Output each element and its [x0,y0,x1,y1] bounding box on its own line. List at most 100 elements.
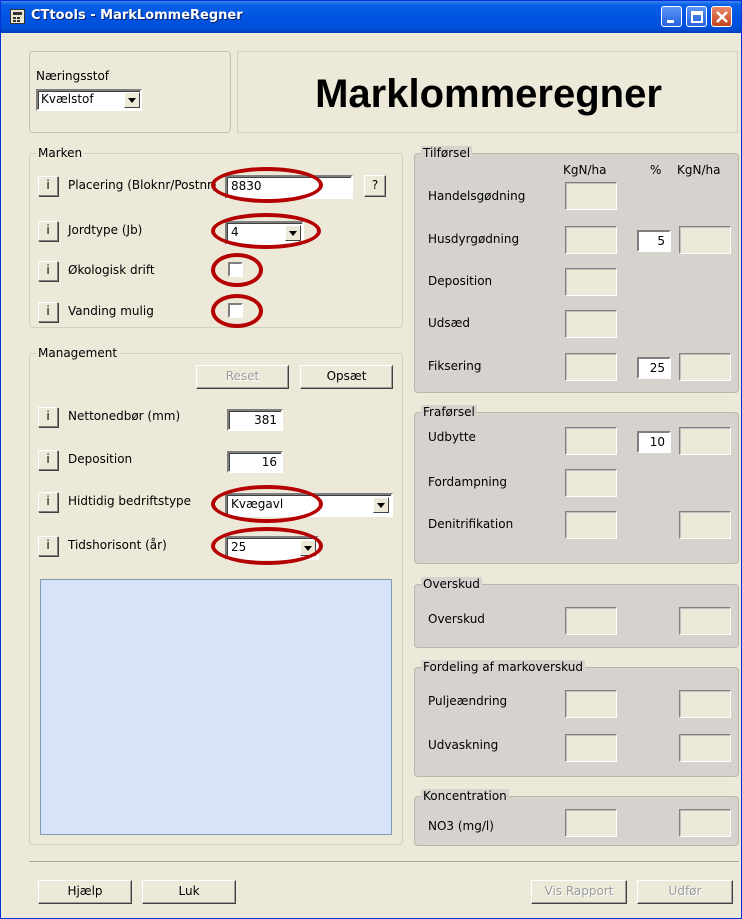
naeringsstof-group: Næringsstof Kvælstof [29,51,231,133]
okologisk-info-button[interactable]: i [38,261,58,281]
jordtype-label: Jordtype (Jb) [68,223,143,237]
fordampning-kgn [565,469,617,497]
bedriftstype-info-button[interactable]: i [38,492,58,512]
udfor-button[interactable]: Udfør [637,880,733,904]
denitrifikation-kgn2 [679,511,731,539]
handelsgodning-label: Handelsgødning [428,189,526,203]
fiksering-kgn [565,353,617,381]
udsaed-label: Udsæd [428,316,471,330]
jordtype-info-button[interactable]: i [38,221,58,241]
fraforsel-group: Fraførsel Udbytte 10 Fordampning Denitri… [414,405,739,564]
husdyrgodning-label: Husdyrgødning [428,232,520,246]
marken-legend: Marken [36,146,85,160]
nettonedbor-input[interactable]: 381 [227,409,283,431]
vis-rapport-button[interactable]: Vis Rapport [531,880,627,904]
denitrifikation-label: Denitrifikation [428,517,514,531]
nettonedbor-label: Nettonedbør (mm) [68,409,181,423]
close-icon [716,11,728,23]
naeringsstof-dropdown-icon[interactable] [124,92,140,108]
management-legend: Management [36,346,120,360]
luk-button[interactable]: Luk [142,880,236,904]
deposition-kgn [565,268,617,296]
calculator-app-icon [10,9,25,24]
husdyrgodning-pct-input[interactable]: 5 [637,230,671,252]
udbytte-kgn [565,427,617,455]
denitrifikation-kgn [565,511,617,539]
app-window: CTtools - MarkLommeRegner Næringsstof Kv… [0,0,742,919]
bedriftstype-label: Hidtidig bedriftstype [68,494,192,508]
koncentration-group: Koncentration NO3 (mg/l) [414,789,739,846]
opsaet-button[interactable]: Opsæt [300,365,393,389]
placering-info-button[interactable]: i [38,176,58,196]
fiksering-pct-input[interactable]: 25 [637,357,671,379]
fordampning-label: Fordampning [428,475,507,489]
window-title: CTtools - MarkLommeRegner [31,8,243,23]
page-title: Marklommeregner [315,72,662,116]
puljeaendring-label: Puljeændring [428,694,508,708]
overskud-kgn2 [679,607,731,635]
udvaskning-label: Udvaskning [428,738,499,752]
highlight-oval-placering [211,167,323,203]
hjaelp-button[interactable]: Hjælp [38,880,132,904]
maximize-button[interactable] [686,6,707,27]
puljeaendring-kgn2 [679,690,731,718]
fraforsel-legend: Fraførsel [421,405,477,419]
placering-label: Placering (Bloknr/Postnr) [68,178,217,192]
bedriftstype-dropdown-icon[interactable] [373,497,389,513]
tidshorisont-info-button[interactable]: i [38,536,58,556]
koncentration-legend: Koncentration [421,789,509,803]
udbytte-label: Udbytte [428,430,476,444]
close-button[interactable] [711,6,732,27]
overskud-legend: Overskud [421,577,482,591]
bottom-divider [29,861,739,862]
vanding-info-button[interactable]: i [38,302,58,322]
highlight-oval-bedriftstype [211,485,323,523]
fiksering-label: Fiksering [428,359,482,373]
highlight-oval-okologisk [211,253,263,287]
overskud-group: Overskud Overskud [414,577,739,648]
reset-button[interactable]: Reset [196,365,289,389]
highlight-oval-jordtype [211,213,321,249]
husdyrgodning-kgn2 [679,226,731,254]
deposition-tilf-label: Deposition [428,274,493,288]
overskud-row-label: Overskud [428,612,485,626]
col-kgn2-header: KgN/ha [677,163,721,177]
udbytte-kgn2 [679,427,731,455]
udvaskning-kgn [565,734,617,762]
vanding-label: Vanding mulig [68,304,154,318]
overskud-kgn [565,607,617,635]
udvaskning-kgn2 [679,734,731,762]
deposition-label: Deposition [68,452,133,466]
udbytte-pct-input[interactable]: 10 [637,431,671,453]
naeringsstof-value: Kvælstof [41,92,94,106]
highlight-oval-tidshorisont [211,527,323,565]
placering-help-button[interactable]: ? [364,175,386,197]
maximize-icon [691,11,703,23]
no3-label: NO3 (mg/l) [428,819,494,833]
deposition-info-button[interactable]: i [38,450,58,470]
fiksering-kgn2 [679,353,731,381]
puljeaendring-kgn [565,690,617,718]
fordeling-legend: Fordeling af markoverskud [421,660,585,674]
udsaed-kgn [565,310,617,338]
okologisk-label: Økologisk drift [68,263,155,277]
handelsgodning-kgn [565,182,617,210]
notes-area[interactable] [40,579,392,835]
fordeling-group: Fordeling af markoverskud Puljeændring U… [414,660,739,777]
col-pct-header: % [650,163,662,177]
tidshorisont-label: Tidshorisont (år) [68,538,167,552]
highlight-oval-vanding [211,294,263,328]
husdyrgodning-kgn [565,226,617,254]
tilforsel-legend: Tilførsel [421,146,473,160]
minimize-icon [667,20,674,23]
tilforsel-group: Tilførsel KgN/ha % KgN/ha Handelsgødning… [414,146,739,393]
title-bar[interactable]: CTtools - MarkLommeRegner [1,1,741,33]
heading-box: Marklommeregner [237,51,738,133]
col-kgn-header: KgN/ha [563,163,607,177]
no3-kgn2 [679,809,731,837]
no3-kgn [565,809,617,837]
minimize-button[interactable] [661,6,682,27]
naeringsstof-label: Næringsstof [36,69,110,83]
nettonedbor-info-button[interactable]: i [38,407,58,427]
deposition-mgmt-input[interactable]: 16 [227,451,283,473]
